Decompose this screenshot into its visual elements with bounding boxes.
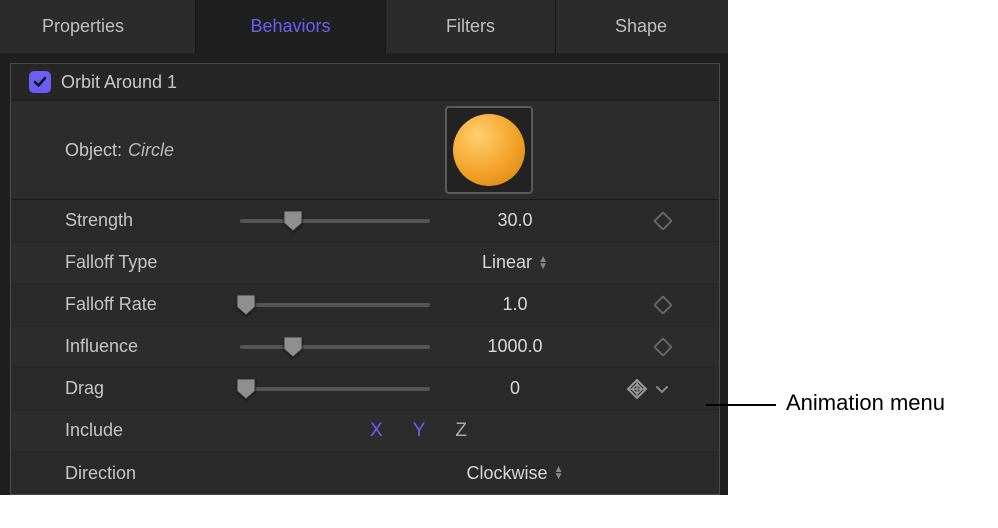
param-strength: Strength 30.0 <box>11 200 719 242</box>
param-influence: Influence 1000.0 <box>11 326 719 368</box>
include-label: Include <box>65 420 240 441</box>
param-direction: Direction Clockwise ▲▼ <box>11 452 719 494</box>
updown-icon: ▲▼ <box>538 256 548 270</box>
param-include: Include X Y Z <box>11 410 719 452</box>
param-falloff-rate: Falloff Rate 1.0 <box>11 284 719 326</box>
slider-thumb-icon <box>283 210 303 232</box>
influence-label: Influence <box>65 336 240 357</box>
slider-thumb-icon <box>236 294 256 316</box>
include-z[interactable]: Z <box>455 420 467 442</box>
param-falloff-type: Falloff Type Linear ▲▼ <box>11 242 719 284</box>
keyframe-icon[interactable] <box>653 337 673 357</box>
strength-slider[interactable] <box>240 219 430 223</box>
behavior-inspector: Orbit Around 1 Object: Circle Strength 3… <box>10 63 720 495</box>
keyframe-icon[interactable] <box>653 295 673 315</box>
chevron-down-icon[interactable] <box>654 381 670 397</box>
include-y[interactable]: Y <box>413 420 426 442</box>
falloff-type-label: Falloff Type <box>65 252 240 273</box>
param-drag: Drag 0 <box>11 368 719 410</box>
tab-shape[interactable]: Shape <box>556 0 726 53</box>
callout-label: Animation menu <box>786 390 945 416</box>
behavior-title: Orbit Around 1 <box>61 72 177 93</box>
behavior-header: Orbit Around 1 <box>11 64 719 100</box>
callout-line <box>706 404 776 406</box>
checkmark-icon <box>32 74 48 90</box>
slider-thumb-icon <box>236 378 256 400</box>
direction-select[interactable]: Clockwise ▲▼ <box>440 463 590 484</box>
updown-icon: ▲▼ <box>554 466 564 480</box>
object-row: Object: Circle <box>11 100 719 200</box>
animation-menu-icon[interactable] <box>626 378 648 400</box>
circle-icon <box>453 114 525 186</box>
tab-bar: Properties Behaviors Filters Shape <box>0 0 728 53</box>
falloff-type-select[interactable]: Linear ▲▼ <box>440 252 590 273</box>
strength-value[interactable]: 30.0 <box>440 210 590 231</box>
object-preview[interactable] <box>445 106 533 194</box>
falloff-rate-value[interactable]: 1.0 <box>440 294 590 315</box>
object-label: Object: <box>65 140 122 161</box>
keyframe-icon[interactable] <box>653 211 673 231</box>
tab-filters[interactable]: Filters <box>386 0 556 53</box>
direction-label: Direction <box>65 463 240 484</box>
include-x[interactable]: X <box>370 420 383 442</box>
object-value: Circle <box>128 140 174 161</box>
slider-thumb-icon <box>283 336 303 358</box>
strength-label: Strength <box>65 210 240 231</box>
tab-behaviors[interactable]: Behaviors <box>196 0 386 53</box>
inspector-panel: Properties Behaviors Filters Shape Orbit… <box>0 0 728 495</box>
enable-checkbox[interactable] <box>29 71 51 93</box>
tab-properties[interactable]: Properties <box>0 0 196 53</box>
drag-slider[interactable] <box>240 387 430 391</box>
drag-value[interactable]: 0 <box>440 378 590 399</box>
influence-value[interactable]: 1000.0 <box>440 336 590 357</box>
falloff-rate-slider[interactable] <box>240 303 430 307</box>
falloff-rate-label: Falloff Rate <box>65 294 240 315</box>
influence-slider[interactable] <box>240 345 430 349</box>
drag-label: Drag <box>65 378 240 399</box>
